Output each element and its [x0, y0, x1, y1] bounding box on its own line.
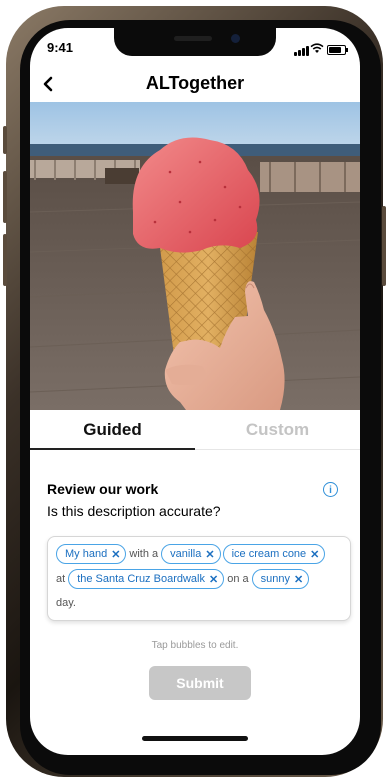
mode-tabs: Guided Custom	[30, 411, 360, 450]
battery-fill	[329, 47, 342, 53]
remove-chip-icon[interactable]: ✕	[111, 548, 120, 561]
description-line: at the Santa Cruz Boardwalk ✕ on a sunny…	[56, 569, 310, 589]
tag-chip-santa-cruz-boardwalk[interactable]: the Santa Cruz Boardwalk ✕	[68, 569, 225, 589]
description-text: with a	[129, 548, 159, 560]
power-button	[382, 206, 386, 286]
app-screen: 9:41 ALTogether Guided Custom Review our…	[30, 28, 360, 755]
active-tab-indicator	[30, 448, 195, 450]
tab-guided[interactable]: Guided	[30, 411, 195, 449]
nav-bar: ALTogether	[30, 68, 360, 102]
chip-label: vanilla	[170, 548, 202, 560]
tab-custom[interactable]: Custom	[195, 411, 360, 449]
page-title: ALTogether	[145, 73, 245, 93]
description-text: on a	[227, 573, 249, 585]
review-question: Is this description accurate?	[47, 503, 221, 519]
status-time: 9:41	[47, 40, 74, 55]
chip-label: My hand	[65, 548, 108, 560]
device-notch	[114, 28, 276, 56]
remove-chip-icon[interactable]: ✕	[209, 573, 218, 586]
speaker-grille	[174, 36, 212, 41]
tag-chip-vanilla[interactable]: vanilla ✕	[161, 544, 221, 564]
chip-label: ice cream cone	[231, 548, 307, 560]
remove-chip-icon[interactable]: ✕	[294, 573, 303, 586]
submit-button[interactable]: Submit	[149, 666, 251, 700]
tag-chip-sunny[interactable]: sunny ✕	[251, 569, 310, 589]
remove-chip-icon[interactable]: ✕	[310, 548, 319, 561]
front-camera	[231, 34, 240, 43]
description-line: day.	[56, 597, 79, 609]
wifi-icon	[310, 43, 324, 57]
description-line: My hand ✕ with a vanilla ✕ ice cream con…	[56, 544, 326, 564]
mute-switch	[3, 126, 7, 154]
tag-chip-my-hand[interactable]: My hand ✕	[56, 544, 127, 564]
home-indicator[interactable]	[142, 736, 248, 741]
volume-down-button	[3, 234, 7, 286]
edit-hint: Tap bubbles to edit.	[151, 640, 239, 651]
cellular-signal-icon	[294, 46, 310, 56]
battery-icon	[327, 45, 348, 55]
tag-chip-ice-cream-cone[interactable]: ice cream cone ✕	[222, 544, 326, 564]
description-text: at	[56, 573, 66, 585]
remove-chip-icon[interactable]: ✕	[205, 548, 214, 561]
chip-label: the Santa Cruz Boardwalk	[77, 573, 205, 585]
volume-up-button	[3, 171, 7, 223]
description-editor: My hand ✕ with a vanilla ✕ ice cream con…	[47, 536, 351, 621]
description-text: day.	[56, 597, 76, 609]
info-icon[interactable]: i	[323, 482, 338, 497]
review-heading: Review our work	[47, 481, 159, 497]
chip-label: sunny	[260, 573, 290, 585]
ice-cream-cone-photo	[30, 102, 360, 410]
